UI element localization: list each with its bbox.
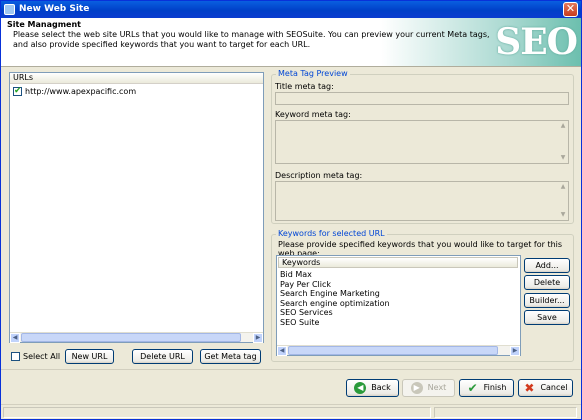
select-all[interactable]: Select All	[11, 352, 60, 361]
list-item[interactable]: Pay Per Click	[280, 280, 520, 290]
scroll-right-icon[interactable]: ▶	[253, 333, 263, 343]
next-button[interactable]: ▶ Next	[402, 379, 455, 397]
title-meta-field[interactable]	[275, 92, 569, 105]
status-bar	[1, 404, 581, 419]
scroll-thumb[interactable]	[288, 346, 498, 355]
keywords-column-header[interactable]: Keywords	[278, 257, 518, 268]
app-icon	[4, 4, 15, 15]
list-item[interactable]: Bid Max	[280, 270, 520, 280]
title-bar[interactable]: New Web Site ✕	[1, 1, 581, 18]
url-label: http://www.apexpacific.com	[25, 87, 137, 96]
cancel-button[interactable]: ✖ Cancel	[518, 379, 573, 397]
save-keywords-button[interactable]: Save	[524, 310, 570, 325]
scroll-right-icon[interactable]: ▶	[510, 346, 520, 356]
wizard-header: SEO Site Managment Please select the web…	[1, 18, 581, 67]
meta-tag-preview-legend: Meta Tag Preview	[276, 69, 350, 78]
url-checkbox[interactable]: ✔	[13, 87, 22, 96]
add-keyword-button[interactable]: Add...	[524, 258, 570, 273]
list-item[interactable]: SEO Services	[280, 308, 520, 318]
keywords-horizontal-scrollbar[interactable]: ◀ ▶	[277, 345, 520, 356]
status-bar-panel	[434, 407, 577, 418]
scroll-left-icon[interactable]: ◀	[10, 333, 20, 343]
list-item[interactable]: Search engine optimization	[280, 299, 520, 309]
url-column-header[interactable]: URLs	[10, 73, 263, 84]
finish-button[interactable]: ✔ Finish	[459, 379, 514, 397]
description-meta-field[interactable]: ▲ ▼	[275, 181, 569, 221]
delete-keyword-button[interactable]: Delete	[524, 275, 570, 290]
scroll-up-icon[interactable]: ▲	[559, 122, 567, 130]
keywords-list[interactable]: Keywords Bid Max Pay Per Click Search En…	[276, 255, 521, 356]
select-all-checkbox[interactable]	[11, 352, 20, 361]
delete-url-button[interactable]: Delete URL	[132, 349, 193, 364]
scroll-down-icon[interactable]: ▼	[559, 211, 567, 219]
title-meta-label: Title meta tag:	[275, 82, 334, 91]
url-list-horizontal-scrollbar[interactable]: ◀ ▶	[10, 332, 263, 343]
seo-logo: SEO	[495, 21, 578, 63]
finish-button-label: Finish	[483, 383, 507, 392]
status-bar-panel	[3, 407, 431, 418]
keywords-items: Bid Max Pay Per Click Search Engine Mark…	[280, 270, 520, 328]
list-item[interactable]: SEO Suite	[280, 318, 520, 328]
dialog-window: New Web Site ✕ SEO Site Managment Please…	[0, 0, 582, 420]
url-list[interactable]: URLs ✔ http://www.apexpacific.com ◀ ▶	[9, 72, 264, 343]
keyword-meta-field[interactable]: ▲ ▼	[275, 120, 569, 164]
url-list-item[interactable]: ✔ http://www.apexpacific.com	[13, 87, 136, 96]
close-button[interactable]: ✕	[563, 2, 578, 17]
scroll-left-icon[interactable]: ◀	[277, 346, 287, 356]
new-url-button[interactable]: New URL	[65, 349, 114, 364]
next-arrow-icon: ▶	[410, 382, 423, 394]
builder-button[interactable]: Builder...	[524, 293, 570, 308]
keyword-meta-label: Keyword meta tag:	[275, 110, 351, 119]
page-description: Please select the web site URLs that you…	[13, 30, 490, 49]
back-button[interactable]: ◀ Back	[346, 379, 399, 397]
page-title: Site Managment	[7, 20, 81, 29]
next-button-label: Next	[427, 383, 447, 392]
cancel-button-label: Cancel	[540, 383, 568, 392]
back-button-label: Back	[371, 383, 391, 392]
window-title: New Web Site	[19, 4, 90, 14]
scroll-up-icon[interactable]: ▲	[559, 183, 567, 191]
cancel-x-icon: ✖	[524, 381, 535, 395]
scroll-down-icon[interactable]: ▼	[559, 154, 567, 162]
description-meta-label: Description meta tag:	[275, 171, 363, 180]
footer-divider	[1, 369, 581, 370]
checkmark-icon: ✔	[467, 381, 478, 395]
list-item[interactable]: Search Engine Marketing	[280, 289, 520, 299]
scroll-thumb[interactable]	[21, 333, 241, 342]
get-meta-tag-button[interactable]: Get Meta tag	[200, 349, 261, 364]
select-all-label: Select All	[23, 352, 61, 361]
back-arrow-icon: ◀	[354, 382, 367, 394]
keywords-legend: Keywords for selected URL	[276, 229, 387, 238]
